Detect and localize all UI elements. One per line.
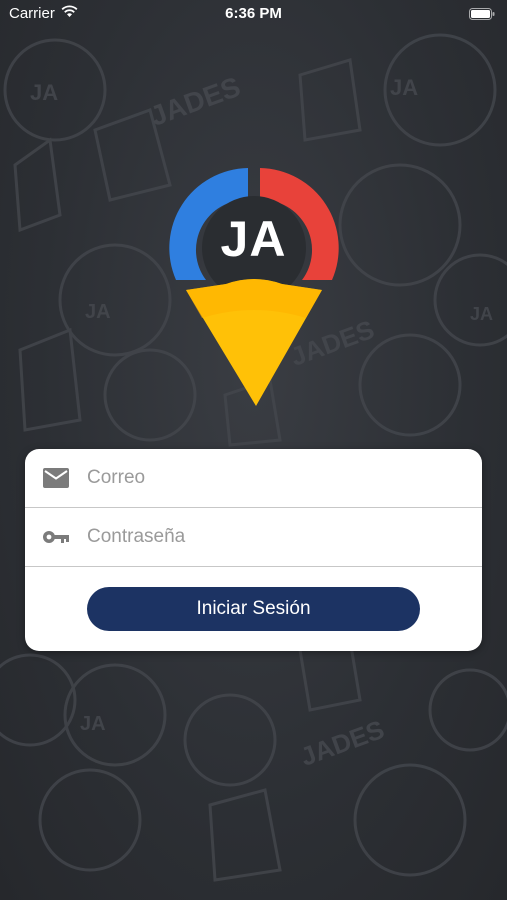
- login-button[interactable]: Iniciar Sesión: [87, 587, 420, 631]
- status-time: 6:36 PM: [225, 5, 282, 22]
- status-bar: Carrier 6:36 PM: [0, 0, 507, 28]
- email-input[interactable]: [85, 466, 449, 490]
- mail-icon: [41, 463, 71, 493]
- email-field-row: [25, 449, 482, 508]
- bg-text-ja-4: JA: [80, 713, 106, 735]
- logo-text: JA: [220, 211, 287, 267]
- bg-text-jades-1: JADES: [146, 71, 244, 132]
- bg-text-ja-2: JA: [390, 75, 418, 100]
- battery-icon: [469, 7, 495, 24]
- bg-text-ja-1: JA: [30, 80, 58, 105]
- login-screen: JA JA JA JA JA JADES JADES JADES Carrier…: [0, 0, 507, 900]
- bg-text-ja-3: JA: [85, 301, 111, 323]
- app-logo: [169, 168, 339, 406]
- password-field-row: [25, 508, 482, 567]
- password-input[interactable]: [85, 525, 449, 549]
- login-card: Iniciar Sesión: [25, 449, 482, 651]
- bg-text-jades-3: JADES: [296, 714, 388, 772]
- key-icon: [41, 522, 71, 552]
- bg-text-ja-5: JA: [470, 304, 493, 324]
